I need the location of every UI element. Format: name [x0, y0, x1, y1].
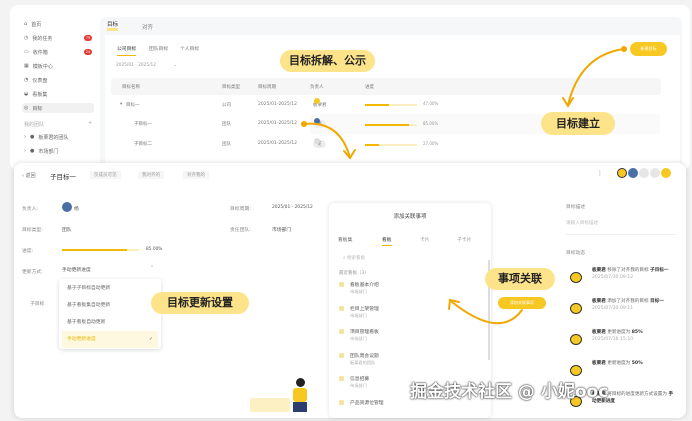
arrow-create: [567, 48, 625, 106]
watermark: 掘金技术社区 @ 小妮ooc: [410, 382, 609, 402]
arrow-link: [451, 301, 523, 325]
arrow-decompose: [303, 122, 351, 159]
arrow-dot: [301, 121, 307, 127]
arrow-dot: [621, 46, 627, 52]
arrows-overlay: [301, 46, 627, 325]
